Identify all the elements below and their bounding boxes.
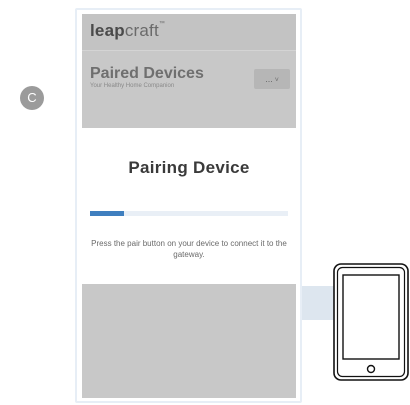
instruction-illustration: C leapcraft™ Paired Devices Your Healthy… — [0, 0, 410, 405]
tablet-icon — [333, 263, 409, 381]
page-header: Paired Devices Your Healthy Home Compani… — [82, 50, 296, 128]
brand-logo-light: craft — [124, 21, 159, 40]
overlay-dim-bottom — [82, 284, 296, 398]
more-menu-label: ... — [265, 74, 273, 84]
chevron-down-icon: ˅ — [274, 77, 279, 84]
phone-screen: leapcraft™ Paired Devices Your Healthy H… — [82, 14, 296, 398]
step-letter: C — [27, 90, 37, 105]
pairing-progress-bar — [90, 211, 288, 216]
dialog-title: Pairing Device — [128, 158, 250, 177]
page-subtitle: Your Healthy Home Companion — [90, 83, 175, 89]
brand-logo-bold: leap — [90, 21, 125, 40]
page-title: Paired Devices — [90, 65, 204, 82]
pairing-progress-fill — [90, 211, 124, 216]
pairing-dialog: Pairing Device Press the pair button on … — [82, 128, 296, 284]
brand-logo: leapcraft™ — [90, 21, 165, 41]
pairing-instructions: Press the pair button on your device to … — [91, 239, 287, 259]
brand-trademark: ™ — [158, 21, 166, 27]
app-header: leapcraft™ — [82, 14, 296, 50]
more-menu-button[interactable]: ... ˅ — [254, 69, 290, 89]
step-badge: C — [20, 86, 44, 110]
